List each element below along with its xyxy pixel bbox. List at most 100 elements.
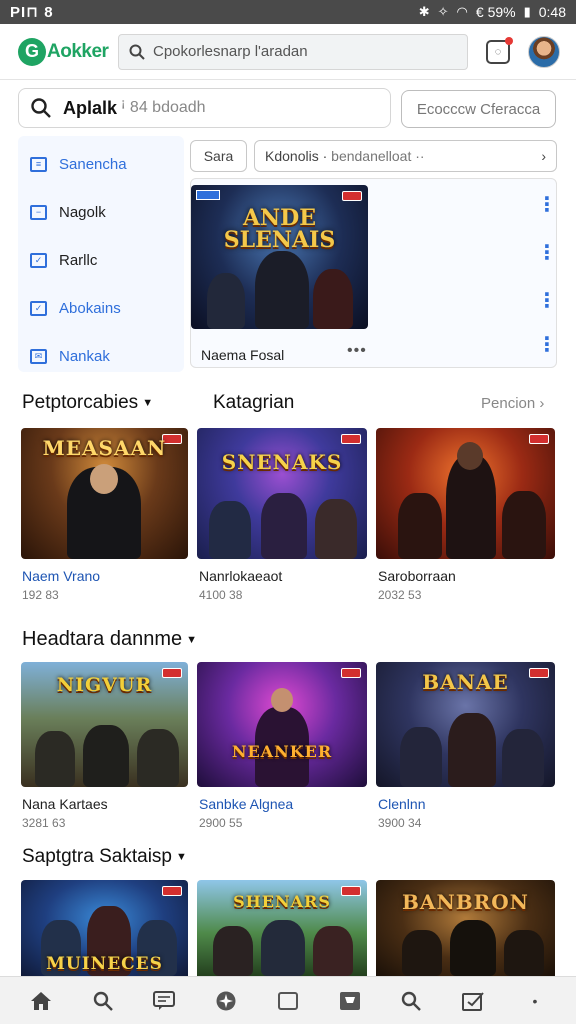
game-art-title: MUINECES <box>46 954 163 974</box>
game-meta: 2032 53 <box>378 588 422 602</box>
sort-chip[interactable]: Sara <box>190 140 247 172</box>
game-title[interactable]: Saroborraan <box>378 568 456 584</box>
hero-figure <box>35 731 75 787</box>
filter-chip[interactable]: Kdonolis · bendanelloat ·· › <box>254 140 557 172</box>
hero-figure <box>448 713 496 787</box>
main-search-input[interactable]: Aplalk ꜟ 84 bdoadh <box>18 88 391 128</box>
tasks-icon[interactable] <box>460 988 486 1014</box>
game-card-art[interactable]: SNENAKS <box>197 428 367 559</box>
game-meta: 3281 63 <box>22 816 66 830</box>
game-card-art[interactable]: NIGVUR <box>21 662 188 787</box>
section-title-text: Headtara dannme <box>22 628 183 650</box>
kebab-menu-icon[interactable]: ⋮ <box>537 335 557 355</box>
game-title[interactable]: Naem Vrano <box>22 568 100 584</box>
featured-art-title: ANDE SLENAIS <box>223 205 336 253</box>
notification-dot <box>505 36 513 45</box>
tab-category[interactable]: Katagrian <box>213 392 294 414</box>
status-bar: PI⊓ 8 ✱ ✧ ◠ € 59% ▮ 0:48 <box>0 0 576 24</box>
sidebar-item-3[interactable]: ✓ Rarllc <box>18 236 184 284</box>
hero-figure <box>313 269 353 329</box>
library-icon[interactable] <box>275 988 301 1014</box>
game-art-title: SNENAKS <box>221 450 343 474</box>
game-art-title: NIGVUR <box>56 674 153 696</box>
browse-button[interactable]: Ecocccw Cferacca <box>401 90 556 128</box>
flag-icon <box>196 190 220 200</box>
hero-figure <box>402 930 442 976</box>
kebab-menu-icon[interactable]: ⋮ <box>537 195 557 215</box>
hero-figure <box>209 501 251 559</box>
section-title[interactable]: Headtara dannme ▼ <box>22 628 197 651</box>
filter-value: bendanelloat ·· <box>331 148 425 164</box>
hero-figure <box>446 455 496 559</box>
sidebar-item-1[interactable]: ≡ Sanencha <box>18 140 184 188</box>
sidebar-item-4[interactable]: ✓ Abokains <box>18 284 184 332</box>
status-bar-right: ✱ ✧ ◠ € 59% ▮ 0:48 <box>419 4 566 20</box>
section-title[interactable]: Petptorcabies ▼ <box>22 392 153 414</box>
game-title[interactable]: Nana Kartaes <box>22 796 108 812</box>
sidebar-item-5[interactable]: ✉ Nankak <box>18 332 184 380</box>
messages-icon[interactable] <box>151 988 177 1014</box>
battery-icon: ▮ <box>523 4 531 19</box>
app-logo[interactable]: G Aokker <box>18 37 114 66</box>
store-icon[interactable] <box>337 988 363 1014</box>
app-bar: G Aokker Cpokorlesnarp l'aradan ◌ <box>0 24 576 80</box>
featured-panel: ANDE SLENAIS Naema Fosal ••• ⋮ ⋮ ⋮ ⋮ <box>190 178 557 368</box>
game-card-art[interactable]: BANAE <box>376 662 555 787</box>
hero-figure <box>213 926 253 976</box>
hero-figure <box>137 729 179 787</box>
avatar[interactable] <box>528 35 560 68</box>
library-box <box>277 991 298 1010</box>
badge-icon <box>162 886 182 896</box>
more-horizontal-icon[interactable]: ••• <box>347 342 367 360</box>
game-card-art[interactable] <box>376 428 555 559</box>
featured-title[interactable]: Naema Fosal <box>201 347 284 363</box>
game-card-art[interactable]: SHENARS <box>197 880 367 976</box>
game-card-art[interactable]: BANBRON <box>376 880 555 976</box>
hero-head <box>457 442 483 470</box>
game-meta: 4100 38 <box>199 588 243 602</box>
logo-mark-icon: G <box>18 37 46 66</box>
search-icon[interactable] <box>398 988 424 1014</box>
chevron-right-icon: › <box>539 395 545 412</box>
search-icon[interactable] <box>90 988 116 1014</box>
sidebar-item-label: Sanencha <box>59 155 127 173</box>
game-card-art[interactable]: NEANKER <box>197 662 367 787</box>
hero-figure <box>502 729 544 787</box>
game-title[interactable]: Clenlnn <box>378 796 425 812</box>
sidebar-item-2[interactable]: − Nagolk <box>18 188 184 236</box>
kebab-menu-icon[interactable]: ⋮ <box>537 243 557 263</box>
section-title-text: Saptgtra Saktaisp <box>22 846 172 867</box>
bluetooth-icon: ✱ <box>418 4 430 19</box>
hero-figure <box>313 926 353 976</box>
kebab-menu-icon[interactable]: ⋮ <box>537 291 557 311</box>
game-card-art[interactable]: MEASAAN <box>21 428 188 559</box>
featured-game-art[interactable]: ANDE SLENAIS <box>191 185 368 329</box>
status-bar-left: PI⊓ 8 <box>10 4 54 21</box>
game-art-title: SHENARS <box>233 892 331 911</box>
sidebar-item-label: Abokains <box>59 299 121 317</box>
game-card-art[interactable]: MUINECES <box>21 880 188 976</box>
badge-icon <box>341 434 361 444</box>
compass-icon[interactable] <box>213 988 239 1014</box>
see-more-link[interactable]: Pencion › <box>481 395 544 412</box>
hero-figure <box>400 727 442 787</box>
game-art-title: BANAE <box>422 670 509 694</box>
top-search-bar[interactable]: Cpokorlesnarp l'aradan <box>118 33 468 70</box>
caret-down-icon: ▼ <box>175 850 187 863</box>
hero-figure <box>261 920 305 976</box>
game-meta: 3900 34 <box>378 816 422 830</box>
game-title[interactable]: Nanrlokaeaot <box>199 568 282 584</box>
hero-figure <box>261 493 307 559</box>
section-title[interactable]: Saptgtra Saktaisp ▼ <box>22 846 187 868</box>
battery-text: € 59% <box>475 4 516 20</box>
more-icon[interactable]: • <box>522 988 548 1014</box>
shield-icon: ✓ <box>30 300 47 316</box>
hero-figure <box>83 725 129 787</box>
notifications-icon[interactable]: ◌ <box>486 36 513 64</box>
bottom-navigation: • <box>0 976 576 1024</box>
document-icon: − <box>30 204 47 220</box>
game-meta: 2900 55 <box>199 816 243 830</box>
home-icon[interactable] <box>28 988 54 1014</box>
search-icon <box>129 44 145 60</box>
game-title[interactable]: Sanbke Algnea <box>199 796 293 812</box>
